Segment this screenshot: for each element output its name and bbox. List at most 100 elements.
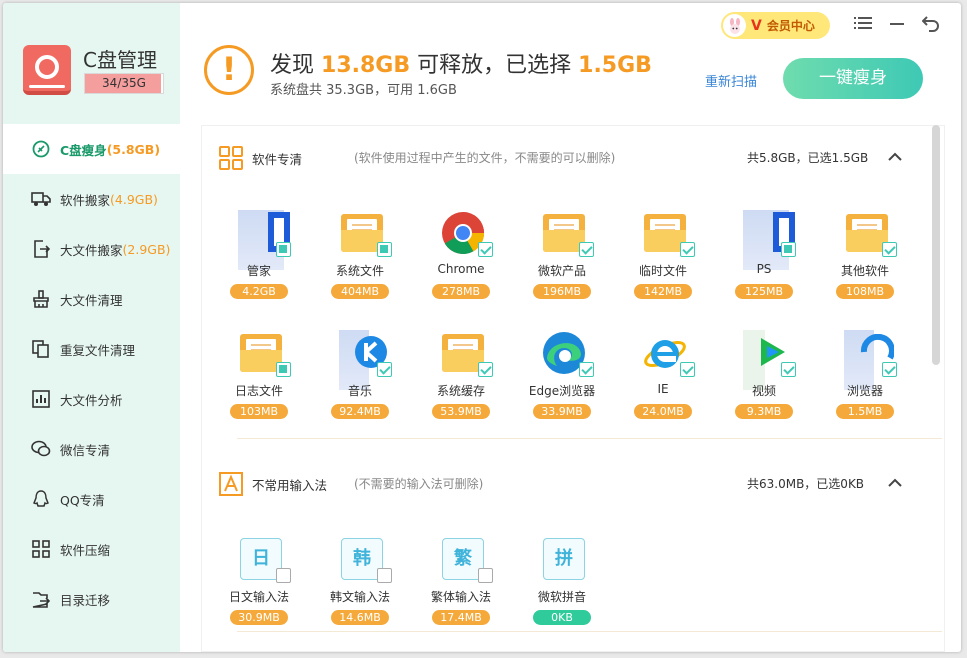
cleanup-item[interactable]: PS 125MB [719, 210, 809, 310]
sidebar-item-2[interactable]: 大文件搬家 (2.9GB) [3, 224, 180, 274]
sidebar-item-label: QQ专清 [60, 492, 105, 508]
sidebar: C盘管理 34/35G C盘瘦身 (5.8GB) 软件搬家 (4.9GB) 大文件搬家(… [3, 3, 180, 652]
qq-icon [31, 489, 51, 509]
sidebar-item-label: 重复文件清理 [60, 342, 136, 358]
sidebar-item-label: 大文件清理 [60, 292, 123, 308]
headline: 发现 13.8GB 可释放，已选择 1.5GB [270, 53, 652, 78]
section-title: 不常用输入法 [252, 478, 328, 493]
menu-list-icon[interactable] [853, 13, 873, 33]
size-badge: 196MB [533, 284, 591, 299]
sidebar-item-3[interactable]: 大文件清理 [3, 274, 180, 324]
checkbox[interactable] [579, 362, 594, 377]
item-label: 系统文件 [335, 264, 384, 278]
cleanup-item[interactable]: 视频 9.3MB [719, 330, 809, 430]
size-badge: 1.5MB [836, 404, 894, 419]
sidebar-item-9[interactable]: 目录迁移 [3, 574, 180, 624]
checkbox[interactable] [377, 568, 392, 583]
sidebar-item-5[interactable]: 大文件分析 [3, 374, 180, 424]
cleanup-item[interactable]: 浏览器 1.5MB [820, 330, 910, 430]
cleanup-item[interactable]: 系统缓存 53.9MB [416, 330, 506, 430]
checkbox[interactable] [882, 362, 897, 377]
checkbox[interactable] [680, 362, 695, 377]
item-label: 韩文输入法 [329, 590, 390, 604]
section-summary: 共5.8GB，已选1.5GB [747, 151, 869, 165]
cleanup-item[interactable]: IE 24.0MB [618, 330, 708, 430]
back-icon[interactable] [921, 13, 941, 33]
checkbox[interactable] [478, 242, 493, 257]
item-label: 微软产品 [537, 264, 586, 278]
size-badge: 24.0MB [634, 404, 692, 419]
cleanup-item[interactable]: 繁繁体输入法 17.4MB [416, 536, 506, 636]
disk-usage-text: 34/35G [102, 76, 146, 90]
section-divider [237, 631, 942, 632]
grid-icon [31, 539, 51, 559]
sidebar-item-7[interactable]: QQ专清 [3, 474, 180, 524]
checkbox[interactable] [579, 242, 594, 257]
cleanup-item[interactable]: 管家 4.2GB [214, 210, 304, 310]
cleanup-item[interactable]: Edge浏览器 33.9MB [517, 330, 607, 430]
checkbox[interactable] [882, 242, 897, 257]
size-badge: 53.9MB [432, 404, 490, 419]
cleanup-item[interactable]: 微软产品 196MB [517, 210, 607, 310]
one-click-clean-button[interactable]: 一键瘦身 [783, 58, 923, 99]
checkbox[interactable] [377, 362, 392, 377]
cleanup-item[interactable]: 音乐 92.4MB [315, 330, 405, 430]
item-label: 音乐 [347, 384, 372, 398]
checkbox[interactable] [478, 568, 493, 583]
section-summary: 共63.0MB，已选0KB [747, 477, 865, 491]
checkbox[interactable] [781, 362, 796, 377]
sidebar-item-8[interactable]: 软件压缩 [3, 524, 180, 574]
item-label: PS [756, 262, 772, 276]
item-label: IE [657, 382, 669, 396]
brand: C盘管理 34/35G [3, 3, 180, 123]
sidebar-item-label: 大文件搬家 [60, 242, 123, 258]
checkbox[interactable] [276, 568, 291, 583]
sidebar-item-label: 软件压缩 [60, 542, 111, 558]
cleanup-item[interactable]: 其他软件 108MB [820, 210, 910, 310]
checkbox[interactable] [781, 242, 796, 257]
cleanup-item[interactable]: 临时文件 142MB [618, 210, 708, 310]
item-label: 繁体输入法 [430, 590, 491, 604]
item-label: 系统缓存 [436, 384, 485, 398]
duplicate-icon [31, 339, 51, 359]
checkbox[interactable] [478, 362, 493, 377]
cleanup-item[interactable]: Chrome 278MB [416, 210, 506, 310]
chevron-up-icon[interactable] [885, 473, 905, 493]
letter-a-icon [219, 472, 243, 496]
sidebar-item-size: (5.8GB) [106, 141, 161, 157]
header: ! 发现 13.8GB 可释放，已选择 1.5GB 系统盘共 35.3GB，可用… [180, 3, 961, 125]
chevron-up-icon[interactable] [885, 147, 905, 167]
rabbit-icon [723, 14, 746, 37]
sidebar-item-0[interactable]: C盘瘦身 (5.8GB) [3, 124, 180, 174]
cleanup-item[interactable]: 拼微软拼音 0KB [517, 536, 607, 636]
checkbox[interactable] [680, 242, 695, 257]
rescan-link[interactable]: 重新扫描 [705, 71, 757, 90]
item-label: 视频 [751, 384, 776, 398]
folder-export-icon [31, 589, 51, 609]
cleanup-item[interactable]: 系统文件 404MB [315, 210, 405, 310]
checkbox[interactable] [276, 362, 291, 377]
broom-circle-icon [31, 139, 51, 159]
sidebar-item-6[interactable]: 微信专清 [3, 424, 180, 474]
grid-apps-icon [219, 146, 243, 170]
wechat-icon [31, 439, 51, 459]
cleanup-item[interactable]: 韩韩文输入法 14.6MB [315, 536, 405, 636]
sidebar-item-4[interactable]: 重复文件清理 [3, 324, 180, 374]
sidebar-nav: C盘瘦身 (5.8GB) 软件搬家 (4.9GB) 大文件搬家 (2.9GB) 大文件清理重… [3, 124, 180, 624]
exclamation-icon: ! [204, 45, 254, 95]
scrollbar[interactable] [932, 125, 940, 365]
size-badge: 14.6MB [331, 610, 389, 625]
checkbox[interactable] [276, 242, 291, 257]
size-badge: 404MB [331, 284, 389, 299]
size-badge: 30.9MB [230, 610, 288, 625]
minimize-icon[interactable] [887, 13, 907, 33]
vip-center-button[interactable]: V 会员中心 [721, 12, 830, 39]
ime-glyph: 拼 [543, 538, 585, 580]
sidebar-item-1[interactable]: 软件搬家 (4.9GB) [3, 174, 180, 224]
checkbox[interactable] [377, 242, 392, 257]
section-header-0: 软件专清 (软件使用过程中产生的文件，不需要的可以删除) 共5.8GB，已选1.5G… [202, 138, 944, 178]
cleanup-item[interactable]: 日日文输入法 30.9MB [214, 536, 304, 636]
size-badge: 0KB [533, 610, 591, 625]
brush-icon [31, 289, 51, 309]
cleanup-item[interactable]: 日志文件 103MB [214, 330, 304, 430]
